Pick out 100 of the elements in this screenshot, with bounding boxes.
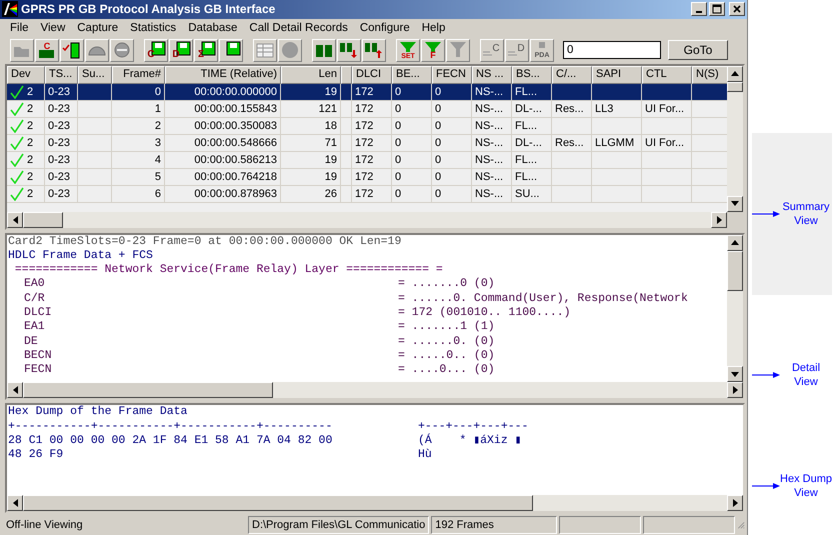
table-row[interactable]: 2 0-23 3 00:00:00.548666 71 172 0 0 NS-... DL-... Res... LLGMM UI For... [7, 134, 727, 152]
column-header[interactable]: SAPI [592, 66, 642, 84]
checklist-icon [62, 41, 82, 60]
table-cell: 00:00:00.764218 [194, 170, 277, 183]
menu-item[interactable]: Statistics [124, 22, 182, 34]
scroll-left-button[interactable] [7, 382, 23, 398]
column-header[interactable]: BE... [392, 66, 432, 84]
toolbar-button[interactable] [219, 38, 243, 62]
toolbar-button[interactable] [312, 38, 336, 62]
scroll-right-button[interactable] [727, 382, 743, 398]
menu-item[interactable]: Capture [71, 22, 124, 34]
column-header[interactable]: Su... [78, 66, 112, 84]
table-cell: 3 [154, 136, 161, 149]
column-header[interactable]: DLCI [352, 66, 392, 84]
table-row[interactable]: 2 0-23 1 00:00:00.155843 121 172 0 0 NS-... DL-... Res... LL3 UI For... [7, 100, 727, 118]
table-cell: 0 [435, 154, 442, 166]
column-header[interactable]: N(S) [692, 66, 727, 84]
goto-field[interactable]: 0 [563, 41, 661, 60]
menu-item[interactable]: View [34, 22, 72, 34]
minimize-button[interactable] [691, 2, 707, 16]
table-cell: 0 [435, 170, 442, 183]
scroll-thumb[interactable] [727, 250, 743, 291]
table-cell: 19 [324, 86, 337, 98]
column-header[interactable]: Dev [7, 66, 45, 84]
column-header[interactable]: NS ... [472, 66, 512, 84]
menu-item[interactable]: Help [416, 22, 452, 34]
scroll-right-button[interactable] [727, 495, 743, 512]
table-cell: LL3 [595, 102, 614, 115]
table-cell: NS-... [475, 86, 504, 98]
table-cell: 00:00:00.155843 [194, 102, 277, 115]
table-cell: 0-23 [48, 154, 70, 166]
menu-item[interactable]: Call Detail Records [243, 22, 354, 34]
scroll-up-button[interactable] [727, 234, 743, 251]
scroll-thumb[interactable] [727, 82, 743, 92]
table-cell: 19 [324, 154, 337, 166]
ascii-text: +---+---+---+--- [418, 420, 528, 434]
table-cell: Res... [555, 136, 584, 149]
field-name: C/R [24, 292, 46, 306]
table-cell: 0-23 [48, 102, 70, 115]
table-cell: UI For... [645, 102, 684, 115]
field-value: = .....0.. (0) [398, 348, 495, 364]
menu-item[interactable]: Configure [354, 22, 416, 34]
status-text: Off-line Viewing [6, 519, 83, 532]
table-cell: 0 [395, 154, 402, 166]
filter-clear-icon [448, 41, 468, 60]
scroll-left-button[interactable] [7, 212, 23, 228]
up-arrow-icon [731, 240, 739, 246]
column-header[interactable] [341, 66, 352, 84]
column-header[interactable]: CTL [642, 66, 692, 84]
table-cell: FL... [515, 154, 538, 166]
table-cell: LLGMM [595, 136, 634, 149]
column-header[interactable]: FECN [432, 66, 472, 84]
table-cell: 2 [27, 120, 34, 132]
down-arrow-icon [731, 201, 739, 206]
column-header[interactable]: Len [281, 66, 341, 84]
scroll-thumb[interactable] [23, 382, 273, 398]
layer-heading: ============ Network Service(Frame Relay) Layer ============ = [14, 263, 444, 278]
scroll-up-button[interactable] [727, 66, 743, 82]
table-cell: FL... [515, 120, 538, 132]
goto-button[interactable]: GoTo [668, 40, 728, 60]
table-row[interactable]: 2 0-23 4 00:00:00.586213 19 172 0 0 NS-... FL... [7, 152, 727, 169]
table-cell: DL-... [515, 136, 542, 149]
column-header[interactable]: BS... [512, 66, 552, 84]
close-button[interactable] [729, 2, 745, 16]
table-cell: 2 [27, 154, 34, 166]
maximize-button[interactable] [709, 2, 725, 16]
menu-item[interactable]: File [4, 22, 35, 34]
right-arrow-icon [732, 386, 738, 394]
toolbar-button[interactable] [337, 38, 361, 62]
table-row[interactable]: 2 0-23 0 00:00:00.000000 19 172 0 0 NS-... FL... [7, 84, 727, 101]
field-name: DLCI [24, 306, 53, 320]
column-header[interactable]: C/... [552, 66, 592, 84]
scroll-thumb[interactable] [23, 495, 533, 512]
scroll-down-button[interactable] [727, 366, 743, 382]
table-row[interactable]: 2 0-23 6 00:00:00.878963 26 172 0 0 NS-... SU... [7, 186, 727, 203]
left-arrow-icon [12, 216, 18, 224]
column-header[interactable]: Frame# [112, 66, 165, 84]
column-header[interactable]: TS... [45, 66, 78, 84]
section-title: HDLC Frame Data + FCS [8, 248, 154, 264]
table-cell: 0 [435, 86, 442, 98]
scroll-thumb[interactable] [23, 212, 63, 228]
scroll-down-button[interactable] [727, 196, 743, 212]
left-arrow-icon [12, 386, 18, 394]
toolbar-button[interactable] [60, 38, 84, 62]
toolbar-button[interactable] [362, 38, 386, 62]
table-row[interactable]: 2 0-23 5 00:00:00.764218 19 172 0 0 NS-... FL... [7, 168, 727, 186]
table-cell: Res... [555, 102, 584, 115]
menu-item[interactable]: Database [182, 22, 244, 34]
scroll-left-button[interactable] [7, 495, 23, 512]
right-arrow-icon [716, 216, 722, 224]
table-row[interactable]: 2 0-23 2 00:00:00.350083 18 172 0 0 NS-... FL... [7, 118, 727, 135]
table-cell: FL... [515, 86, 538, 98]
column-header[interactable]: TIME (Relative) [165, 66, 281, 84]
table-cell: 0-23 [48, 120, 70, 132]
scroll-right-button[interactable] [711, 212, 727, 228]
circle-icon [280, 41, 300, 60]
table-cell: NS-... [475, 188, 504, 200]
table-cell: 00:00:00.878963 [194, 188, 277, 200]
field-value: = .......1 (1) [398, 320, 495, 335]
table-cell: 0-23 [48, 136, 70, 149]
